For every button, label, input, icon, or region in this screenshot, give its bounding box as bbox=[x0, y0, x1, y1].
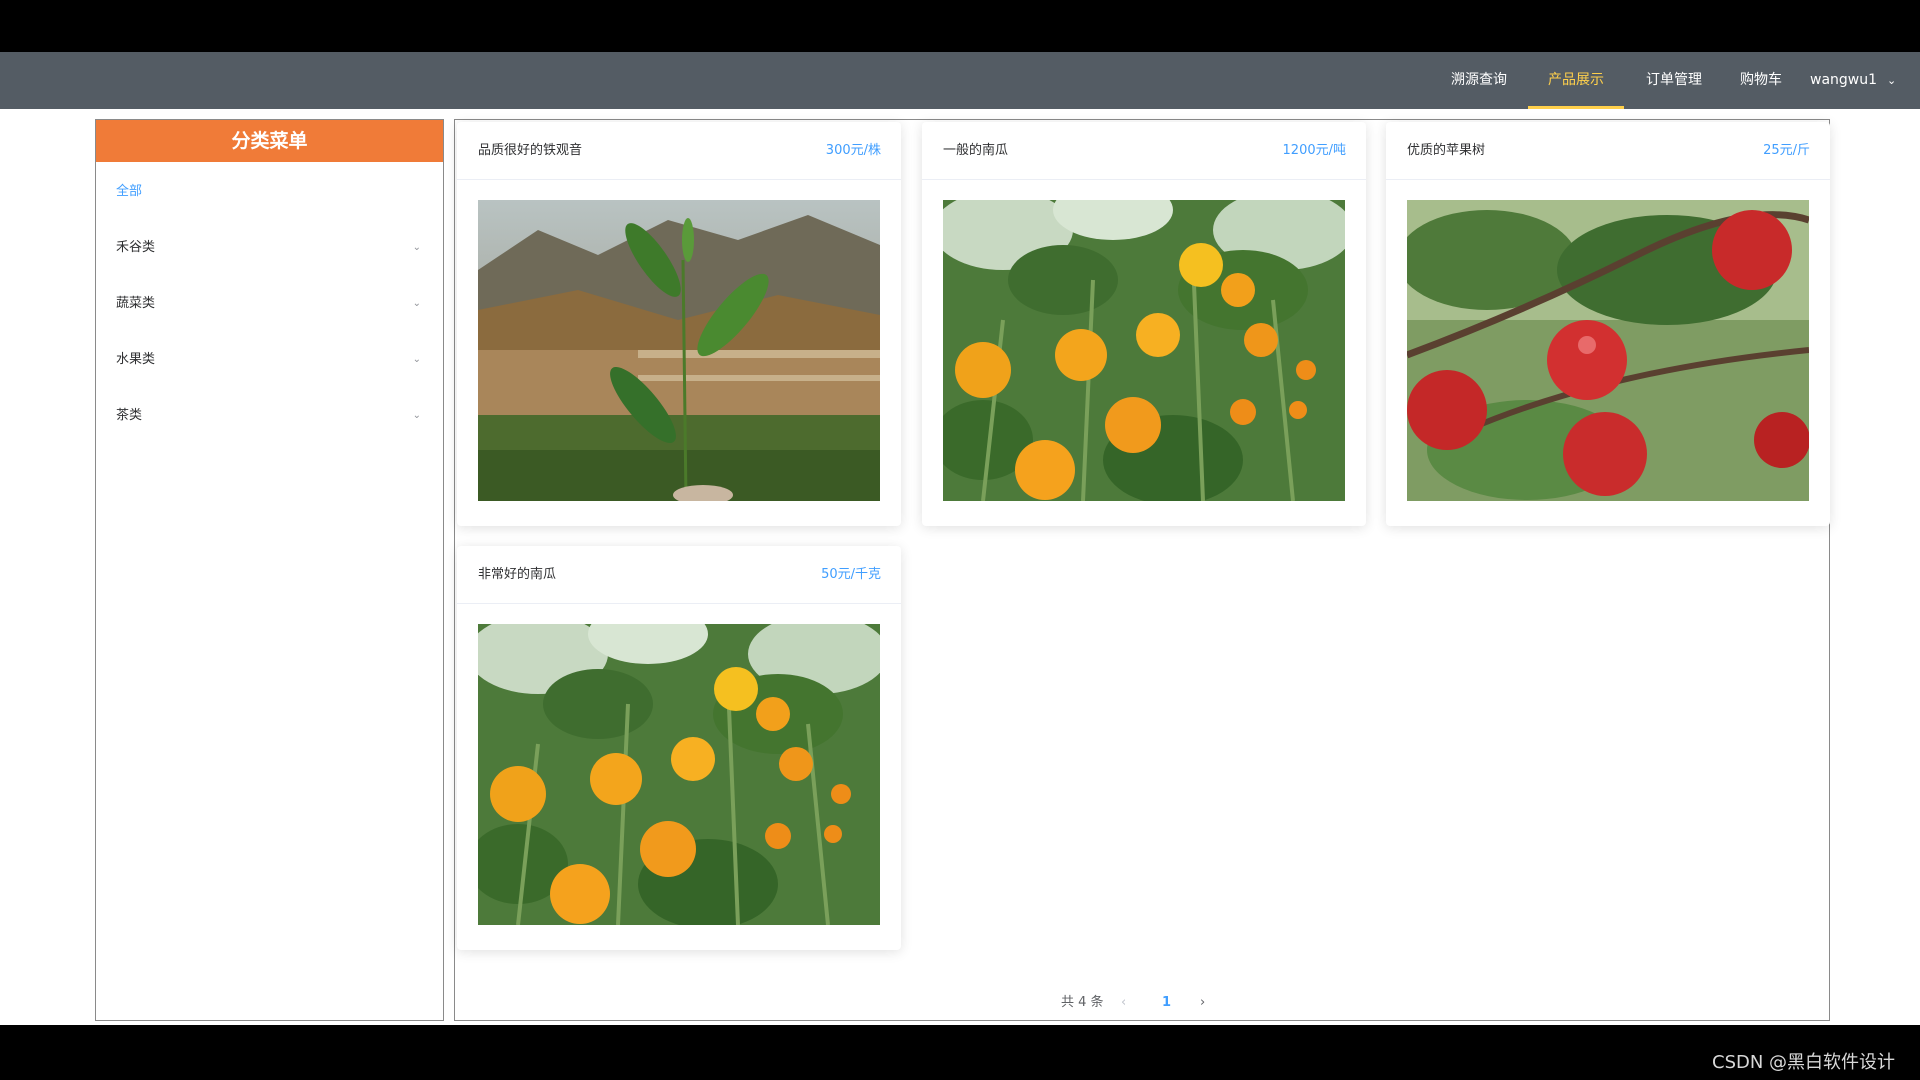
product-price: 1200元/吨 bbox=[1282, 143, 1346, 158]
user-menu[interactable]: wangwu1 ⌄ bbox=[1810, 52, 1896, 109]
screen-frame: 溯源查询 产品展示 订单管理 购物车 wangwu1 ⌄ 分类菜单 全部 禾谷类 … bbox=[0, 0, 1920, 1080]
product-card[interactable]: 一般的南瓜 1200元/吨 bbox=[922, 122, 1366, 526]
sidebar-item-label: 蔬菜类 bbox=[116, 296, 156, 311]
chevron-down-icon: ⌄ bbox=[412, 298, 421, 309]
card-header: 品质很好的铁观音 300元/株 bbox=[457, 122, 901, 180]
product-name: 一般的南瓜 bbox=[943, 143, 1009, 158]
sidebar-item-tea[interactable]: 茶类 ⌄ bbox=[96, 388, 443, 444]
sidebar-item-label: 茶类 bbox=[116, 408, 143, 423]
product-name: 品质很好的铁观音 bbox=[478, 143, 583, 158]
sidebar-item-all[interactable]: 全部 bbox=[96, 164, 443, 220]
product-price: 25元/斤 bbox=[1763, 143, 1810, 158]
chevron-down-icon: ⌄ bbox=[412, 354, 421, 365]
product-card[interactable]: 非常好的南瓜 50元/千克 bbox=[457, 546, 901, 950]
product-name: 非常好的南瓜 bbox=[478, 567, 557, 582]
chevron-down-icon: ⌄ bbox=[412, 242, 421, 253]
chevron-down-icon: ⌄ bbox=[412, 410, 421, 421]
apple-tree-photo[interactable] bbox=[1407, 200, 1809, 501]
chevron-left-icon[interactable]: ‹ bbox=[1121, 992, 1126, 1014]
pumpkin-field-photo[interactable] bbox=[478, 624, 880, 925]
nav-item-cart[interactable]: 购物车 bbox=[1726, 52, 1796, 109]
pagination: 共 4 条 ‹ 1 › bbox=[455, 992, 1831, 1014]
product-card[interactable]: 品质很好的铁观音 300元/株 bbox=[457, 122, 901, 526]
watermark: CSDN @黑白软件设计 bbox=[1712, 1052, 1896, 1073]
pumpkin-field-photo[interactable] bbox=[943, 200, 1345, 501]
product-price: 50元/千克 bbox=[821, 567, 881, 582]
sidebar-item-label: 禾谷类 bbox=[116, 240, 156, 255]
sidebar-item-label: 全部 bbox=[116, 184, 143, 199]
nav-item-product-display[interactable]: 产品展示 bbox=[1528, 52, 1624, 109]
sidebar-item-label: 水果类 bbox=[116, 352, 156, 367]
pagination-page-1[interactable]: 1 bbox=[1162, 992, 1171, 1014]
app-window: 溯源查询 产品展示 订单管理 购物车 wangwu1 ⌄ 分类菜单 全部 禾谷类 … bbox=[0, 52, 1920, 1025]
chevron-right-icon[interactable]: › bbox=[1200, 992, 1205, 1014]
sidebar-item-vegetables[interactable]: 蔬菜类 ⌄ bbox=[96, 276, 443, 332]
card-header: 一般的南瓜 1200元/吨 bbox=[922, 122, 1366, 180]
username: wangwu1 bbox=[1810, 72, 1878, 88]
product-grid: 品质很好的铁观音 300元/株 一般的南瓜 1200元/吨 优质的苹果树 25元… bbox=[454, 119, 1830, 1021]
top-navbar: 溯源查询 产品展示 订单管理 购物车 wangwu1 ⌄ bbox=[0, 52, 1920, 109]
pagination-total: 共 4 条 bbox=[1061, 995, 1104, 1010]
chevron-down-icon: ⌄ bbox=[1887, 74, 1897, 87]
nav-item-order-management[interactable]: 订单管理 bbox=[1632, 52, 1716, 109]
card-header: 优质的苹果树 25元/斤 bbox=[1386, 122, 1830, 180]
sidebar-item-fruits[interactable]: 水果类 ⌄ bbox=[96, 332, 443, 388]
category-sidebar: 分类菜单 全部 禾谷类 ⌄ 蔬菜类 ⌄ 水果类 ⌄ 茶类 ⌄ bbox=[95, 119, 444, 1021]
product-price: 300元/株 bbox=[825, 143, 881, 158]
sidebar-title: 分类菜单 bbox=[96, 120, 443, 162]
tea-leaf-photo[interactable] bbox=[478, 200, 880, 501]
sidebar-item-grains[interactable]: 禾谷类 ⌄ bbox=[96, 220, 443, 276]
product-card[interactable]: 优质的苹果树 25元/斤 bbox=[1386, 122, 1830, 526]
card-header: 非常好的南瓜 50元/千克 bbox=[457, 546, 901, 604]
product-name: 优质的苹果树 bbox=[1407, 143, 1486, 158]
nav-item-trace-query[interactable]: 溯源查询 bbox=[1437, 52, 1521, 109]
